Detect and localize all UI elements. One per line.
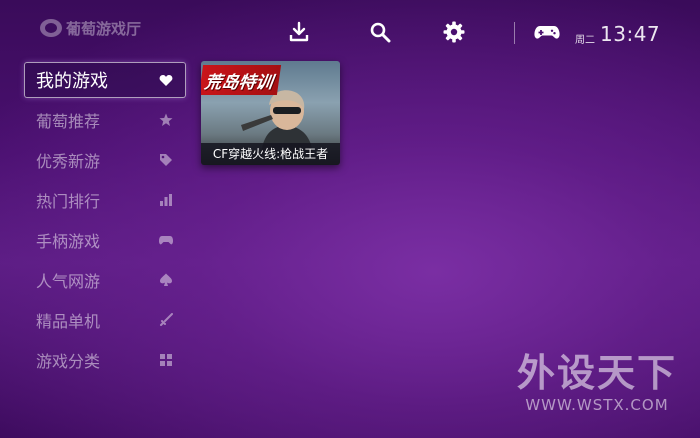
watermark-url: WWW.WSTX.COM <box>525 396 669 414</box>
sidebar-item-rankings[interactable]: 热门排行 <box>24 182 186 218</box>
sidebar-item-recommended[interactable]: 葡萄推荐 <box>24 102 186 138</box>
download-button[interactable] <box>287 20 311 44</box>
download-icon <box>289 21 309 42</box>
app-logo: 葡萄游戏厅 <box>40 16 141 40</box>
spade-icon <box>159 273 173 287</box>
logo-text: 葡萄游戏厅 <box>66 19 142 38</box>
game-banner-text: 荒岛特训 <box>201 65 282 95</box>
game-tile[interactable]: 荒岛特训 CF穿越火线:枪战王者 <box>201 61 340 165</box>
gear-icon <box>443 21 465 43</box>
watermark-main: 外设天下 <box>516 351 677 395</box>
search-icon <box>370 22 391 43</box>
sword-icon <box>159 313 173 327</box>
game-title: CF穿越火线:枪战王者 <box>201 143 340 165</box>
sidebar-item-popular-online[interactable]: 人气网游 <box>24 262 186 298</box>
clock-time: 13:47 <box>600 22 661 46</box>
sidebar-item-my-games[interactable]: 我的游戏 <box>24 62 186 98</box>
site-watermark: 外设天下 WWW.WSTX.COM <box>502 352 692 414</box>
grape-logo-icon <box>40 19 62 37</box>
sidebar-item-gamepad-games[interactable]: 手柄游戏 <box>24 222 186 258</box>
sidebar-item-label: 手柄游戏 <box>36 232 101 251</box>
sidebar-item-single-player[interactable]: 精品单机 <box>24 302 186 338</box>
weekday-label: 周二 <box>575 35 595 46</box>
search-button[interactable] <box>368 20 392 44</box>
settings-button[interactable] <box>442 20 466 44</box>
tag-icon <box>159 153 173 167</box>
sidebar-item-label: 热门排行 <box>36 192 101 211</box>
sidebar-item-label: 人气网游 <box>36 272 101 291</box>
sidebar-item-categories[interactable]: 游戏分类 <box>24 342 186 378</box>
heart-icon <box>159 73 173 87</box>
sidebar-item-label: 葡萄推荐 <box>36 112 101 131</box>
bar-chart-icon <box>159 193 173 207</box>
sidebar-item-label: 优秀新游 <box>36 152 101 171</box>
gamepad-icon <box>159 233 173 247</box>
sidebar-item-label: 精品单机 <box>36 312 101 331</box>
gamepad-icon <box>534 26 560 39</box>
star-icon <box>159 113 173 127</box>
sidebar-item-label: 我的游戏 <box>36 71 108 92</box>
sidebar-nav: 我的游戏 葡萄推荐 优秀新游 热门排行 手柄游戏 人气网游 精品单机 游戏分类 <box>24 62 186 382</box>
sidebar-item-label: 游戏分类 <box>36 352 101 371</box>
sidebar-item-new-games[interactable]: 优秀新游 <box>24 142 186 178</box>
header-divider <box>514 22 515 44</box>
grid-icon <box>159 353 173 367</box>
gamepad-status[interactable] <box>533 20 561 44</box>
